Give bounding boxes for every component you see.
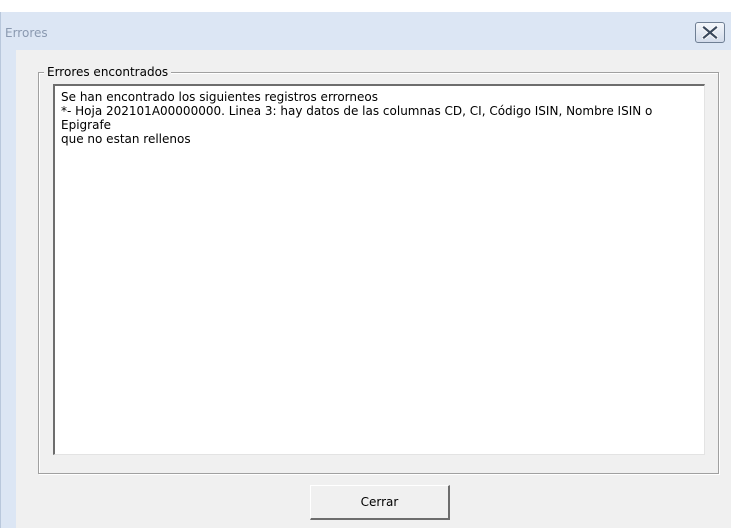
errors-textarea[interactable]: Se han encontrado los siguientes registr…: [53, 84, 705, 455]
errors-text-line: *- Hoja 202101A00000000. Linea 3: hay da…: [61, 104, 657, 132]
title-bar[interactable]: Errores: [1, 12, 731, 50]
errors-groupbox: Errores encontrados Se han encontrado lo…: [38, 64, 719, 474]
errors-text-line: que no estan rellenos: [61, 132, 191, 146]
errores-dialog-window: Errores Errores encontrados Se han encon…: [0, 12, 731, 528]
window-title: Errores: [5, 26, 48, 40]
close-icon: [702, 26, 718, 39]
cerrar-button[interactable]: Cerrar: [310, 485, 450, 520]
errors-text-line: Se han encontrado los siguientes registr…: [61, 90, 378, 104]
window-close-button[interactable]: [695, 22, 725, 43]
dialog-client-area: Errores encontrados Se han encontrado lo…: [16, 50, 731, 528]
errors-groupbox-label: Errores encontrados: [44, 64, 172, 80]
